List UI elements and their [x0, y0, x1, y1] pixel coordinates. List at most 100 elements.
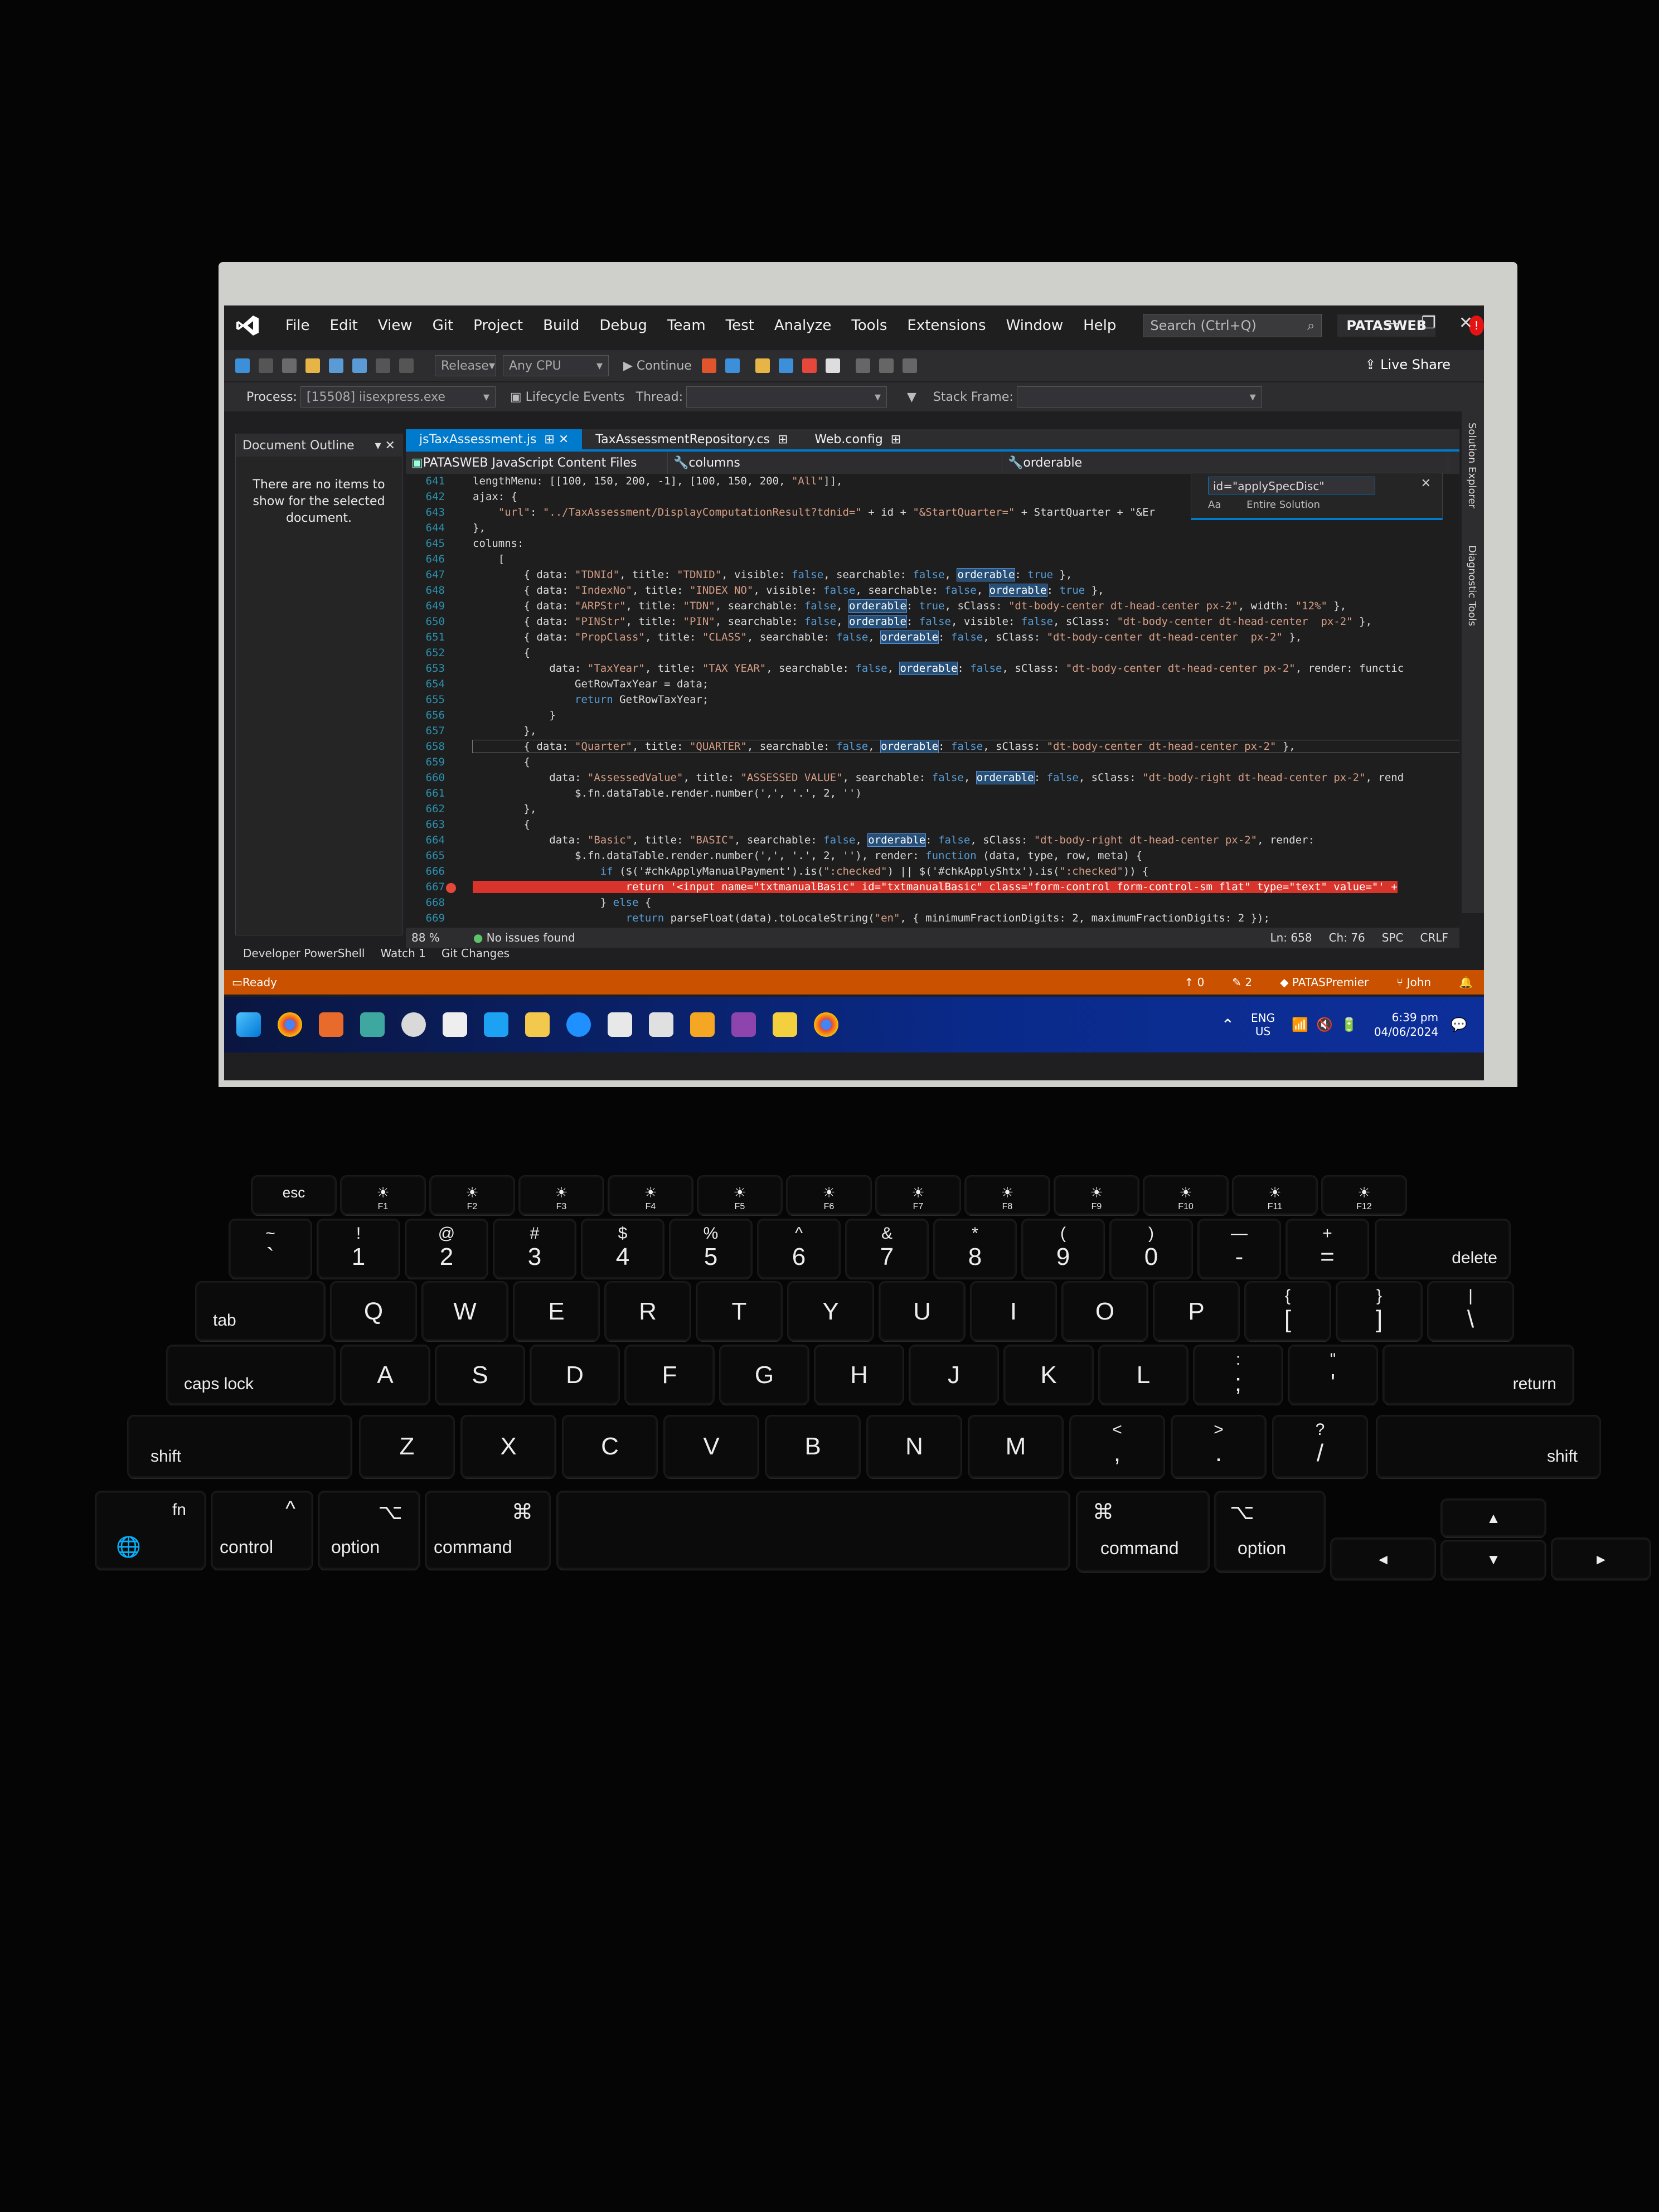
code-line[interactable]: $.fn.dataTable.render.number(',', '.', 2…: [473, 787, 862, 799]
key-punct-0[interactable]: :;: [1194, 1346, 1282, 1404]
key-l[interactable]: L: [1099, 1346, 1187, 1404]
key-3[interactable]: #3: [494, 1220, 575, 1278]
pin-icon[interactable]: ⊞ ✕: [544, 433, 569, 447]
function-key-f12[interactable]: ☀ F12: [1322, 1176, 1406, 1214]
clock[interactable]: 6:39 pm 04/06/2024: [1374, 1010, 1438, 1039]
code-line[interactable]: {: [473, 818, 530, 831]
code-line[interactable]: { data: "Quarter", title: "QUARTER", sea…: [472, 740, 1459, 753]
input-language[interactable]: ENG US: [1251, 1011, 1275, 1038]
app-icon[interactable]: [690, 1012, 715, 1037]
close-icon[interactable]: ✕: [1421, 477, 1431, 491]
close-button[interactable]: ✕: [1459, 313, 1473, 333]
skype-icon[interactable]: [484, 1012, 508, 1037]
key-z[interactable]: Z: [360, 1416, 454, 1477]
save-all-icon[interactable]: [352, 358, 367, 373]
stop-debugging-icon[interactable]: [802, 358, 817, 373]
function-key-f4[interactable]: ☀ F4: [609, 1176, 692, 1214]
menu-build[interactable]: Build: [533, 317, 589, 334]
redo-icon[interactable]: [399, 358, 414, 373]
app-icon[interactable]: [360, 1012, 385, 1037]
changes-indicator[interactable]: ✎ 2: [1232, 976, 1252, 989]
hot-reload-icon[interactable]: [701, 358, 716, 373]
app-icon[interactable]: [443, 1012, 467, 1037]
fn-globe-key[interactable]: fn 🌐: [96, 1492, 205, 1569]
restore-button[interactable]: ❐: [1421, 313, 1436, 333]
developer-powershell-tab[interactable]: Developer PowerShell: [235, 947, 372, 967]
code-line[interactable]: },: [473, 803, 537, 815]
key-m[interactable]: M: [969, 1416, 1063, 1477]
document-tab[interactable]: Web.config ⊞: [801, 429, 914, 449]
code-line[interactable]: return parseFloat(data).toLocaleString("…: [473, 912, 1270, 924]
menu-debug[interactable]: Debug: [589, 317, 657, 334]
key-t[interactable]: T: [697, 1282, 782, 1340]
menu-git[interactable]: Git: [423, 317, 464, 334]
function-key-f2[interactable]: ☀ F2: [430, 1176, 514, 1214]
key-g[interactable]: G: [720, 1346, 808, 1404]
code-line[interactable]: return '<input name="txtmanualBasic" id=…: [473, 881, 1398, 893]
key-bracket-1[interactable]: }]: [1337, 1282, 1422, 1340]
solution-explorer-tab[interactable]: Solution Explorer: [1466, 423, 1478, 508]
thread-dropdown[interactable]: ▾: [686, 386, 887, 408]
code-line[interactable]: { data: "PropClass", title: "CLASS", sea…: [473, 630, 1302, 644]
key-4[interactable]: $4: [582, 1220, 663, 1278]
issues-indicator[interactable]: ● No issues found: [473, 931, 575, 944]
scope-dropdown[interactable]: 🔧 columns: [668, 452, 1002, 474]
code-line[interactable]: }: [473, 709, 555, 721]
close-icon[interactable]: ▾ ✕: [375, 439, 395, 453]
menu-analyze[interactable]: Analyze: [764, 317, 841, 334]
chat-icon[interactable]: [401, 1012, 426, 1037]
option-key[interactable]: ⌥ option: [319, 1492, 419, 1569]
menu-tools[interactable]: Tools: [841, 317, 897, 334]
arrow-left-key[interactable]: ◄: [1331, 1539, 1435, 1579]
push-indicator[interactable]: ↑ 0: [1184, 976, 1204, 989]
match-case-toggle[interactable]: Aa: [1208, 499, 1221, 511]
key-u[interactable]: U: [880, 1282, 964, 1340]
battery-icon[interactable]: 🔋: [1341, 1017, 1357, 1032]
menu-help[interactable]: Help: [1073, 317, 1126, 334]
key-2[interactable]: @2: [406, 1220, 487, 1278]
code-line[interactable]: {: [473, 756, 530, 768]
function-key-f3[interactable]: ☀ F3: [520, 1176, 603, 1214]
code-line[interactable]: ajax: {: [473, 491, 517, 503]
function-key-f5[interactable]: ☀ F5: [698, 1176, 782, 1214]
code-line[interactable]: data: "Basic", title: "BASIC", searchabl…: [473, 833, 1314, 847]
key-c[interactable]: C: [563, 1416, 657, 1477]
member-dropdown[interactable]: 🔧 orderable: [1002, 452, 1448, 474]
key-f[interactable]: F: [625, 1346, 714, 1404]
menu-window[interactable]: Window: [996, 317, 1074, 334]
code-line[interactable]: },: [473, 522, 486, 534]
key-sym-0[interactable]: <,: [1070, 1416, 1164, 1477]
key-o[interactable]: O: [1063, 1282, 1147, 1340]
code-line[interactable]: { data: "PINStr", title: "PIN", searchab…: [473, 615, 1372, 628]
tab-key[interactable]: tab: [196, 1282, 324, 1340]
zoom-level[interactable]: 88 %: [411, 931, 440, 944]
arrow-up-key[interactable]: ▲: [1442, 1500, 1545, 1536]
menu-file[interactable]: File: [275, 317, 320, 334]
chrome-icon[interactable]: [278, 1012, 302, 1037]
key-p[interactable]: P: [1154, 1282, 1239, 1340]
code-line[interactable]: [: [473, 553, 505, 565]
menu-view[interactable]: View: [368, 317, 423, 334]
document-tab[interactable]: jsTaxAssessment.js ⊞ ✕: [406, 429, 583, 449]
sticky-notes-icon[interactable]: [773, 1012, 797, 1037]
key-sym-1[interactable]: >.: [1172, 1416, 1265, 1477]
return-key[interactable]: return: [1384, 1346, 1573, 1404]
navigate-back-icon[interactable]: [235, 358, 250, 373]
function-key-f10[interactable]: ☀ F10: [1144, 1176, 1228, 1214]
function-key-f8[interactable]: ☀ F8: [966, 1176, 1049, 1214]
app-icon[interactable]: [566, 1012, 591, 1037]
key-8[interactable]: * 8: [934, 1220, 1016, 1278]
right-command-key[interactable]: ⌘ command: [1077, 1492, 1209, 1571]
restart-icon[interactable]: [825, 358, 840, 373]
caps-lock-key[interactable]: caps lock: [167, 1346, 334, 1404]
key-punct-1[interactable]: " ': [1289, 1346, 1377, 1404]
key-=[interactable]: + =: [1287, 1220, 1368, 1278]
project-dropdown[interactable]: ▣ PATASWEB JavaScript Content Files: [406, 452, 668, 474]
diagnostic-tools-tab[interactable]: Diagnostic Tools: [1466, 545, 1478, 626]
refresh-icon[interactable]: [725, 358, 740, 373]
key-h[interactable]: H: [815, 1346, 903, 1404]
delete-key[interactable]: delete: [1376, 1220, 1510, 1278]
minimize-button[interactable]: —: [1384, 313, 1400, 333]
stack-frame-dropdown[interactable]: ▾: [1016, 386, 1262, 408]
esc-key[interactable]: esc: [252, 1176, 336, 1214]
